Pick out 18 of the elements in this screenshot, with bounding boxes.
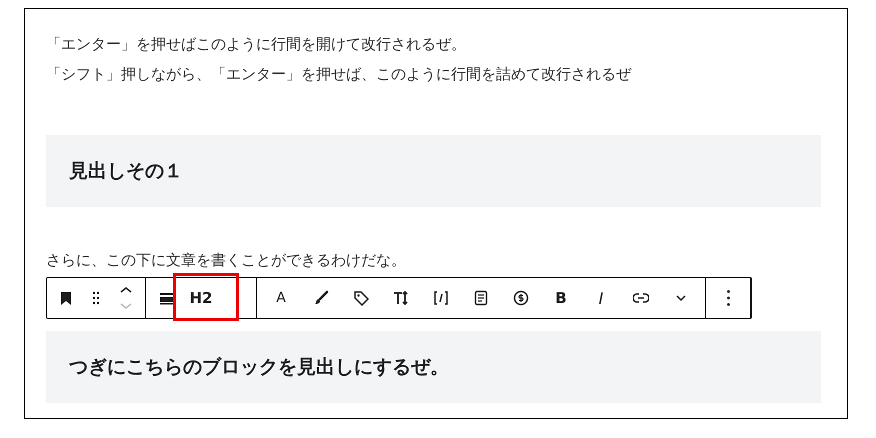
font-size-icon: [393, 290, 409, 306]
paragraph-text: 「シフト」押しながら、「エンター」を押せば、このように行間を詰めて改行されるぜ: [46, 64, 632, 85]
italic-button[interactable]: I: [581, 278, 621, 318]
code-brackets-icon: [433, 290, 449, 306]
paragraph-text: 「エンター」を押せばこのように行間を開けて改行されるぜ。: [46, 34, 467, 55]
document-icon: [473, 290, 489, 306]
tag-icon: [353, 290, 369, 306]
paragraph-text: さらに、この下に文章を書くことができるわけだな。: [46, 250, 407, 271]
bold-button[interactable]: B: [541, 278, 581, 318]
brush-icon: [313, 290, 329, 306]
heading-block: 見出しその１: [46, 135, 821, 207]
text-color-button[interactable]: A: [261, 278, 301, 318]
align-icon: [159, 290, 175, 306]
dollar-coin-icon: [513, 290, 529, 306]
heading-block: つぎにこちらのブロックを見出しにするぜ。: [46, 331, 821, 403]
more-options-icon: [726, 290, 730, 306]
heading-level-button[interactable]: H2: [184, 278, 218, 318]
bookmark-icon: [58, 290, 74, 306]
